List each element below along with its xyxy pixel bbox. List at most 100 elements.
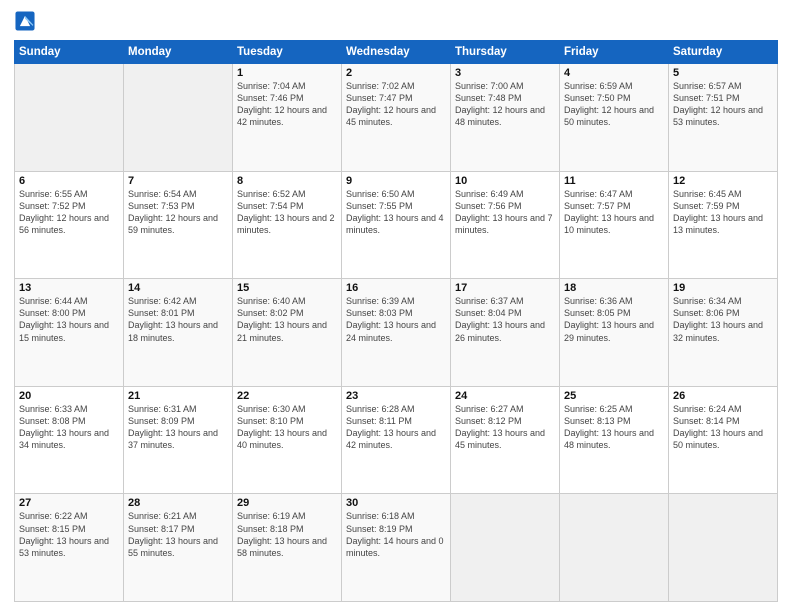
- day-number: 25: [564, 390, 664, 402]
- calendar-day-cell: 23 Sunrise: 6:28 AMSunset: 8:11 PMDaylig…: [342, 386, 451, 494]
- day-number: 29: [237, 497, 337, 509]
- calendar-day-cell: [15, 64, 124, 172]
- calendar-day-cell: [560, 494, 669, 602]
- day-info: Sunrise: 6:44 AMSunset: 8:00 PMDaylight:…: [19, 295, 119, 344]
- day-number: 5: [673, 67, 773, 79]
- calendar-day-cell: 5 Sunrise: 6:57 AMSunset: 7:51 PMDayligh…: [669, 64, 778, 172]
- day-info: Sunrise: 6:45 AMSunset: 7:59 PMDaylight:…: [673, 188, 773, 237]
- day-number: 21: [128, 390, 228, 402]
- day-info: Sunrise: 6:31 AMSunset: 8:09 PMDaylight:…: [128, 403, 228, 452]
- day-info: Sunrise: 6:50 AMSunset: 7:55 PMDaylight:…: [346, 188, 446, 237]
- weekday-header: Monday: [124, 41, 233, 64]
- day-number: 16: [346, 282, 446, 294]
- day-info: Sunrise: 6:27 AMSunset: 8:12 PMDaylight:…: [455, 403, 555, 452]
- day-info: Sunrise: 6:47 AMSunset: 7:57 PMDaylight:…: [564, 188, 664, 237]
- day-number: 20: [19, 390, 119, 402]
- calendar-day-cell: [451, 494, 560, 602]
- day-info: Sunrise: 6:49 AMSunset: 7:56 PMDaylight:…: [455, 188, 555, 237]
- calendar-day-cell: 10 Sunrise: 6:49 AMSunset: 7:56 PMDaylig…: [451, 171, 560, 279]
- calendar-day-cell: [669, 494, 778, 602]
- calendar-header-row: SundayMondayTuesdayWednesdayThursdayFrid…: [15, 41, 778, 64]
- day-number: 14: [128, 282, 228, 294]
- day-number: 1: [237, 67, 337, 79]
- day-info: Sunrise: 6:30 AMSunset: 8:10 PMDaylight:…: [237, 403, 337, 452]
- day-info: Sunrise: 6:37 AMSunset: 8:04 PMDaylight:…: [455, 295, 555, 344]
- calendar-day-cell: 29 Sunrise: 6:19 AMSunset: 8:18 PMDaylig…: [233, 494, 342, 602]
- calendar-day-cell: 9 Sunrise: 6:50 AMSunset: 7:55 PMDayligh…: [342, 171, 451, 279]
- calendar-day-cell: 30 Sunrise: 6:18 AMSunset: 8:19 PMDaylig…: [342, 494, 451, 602]
- calendar-day-cell: 19 Sunrise: 6:34 AMSunset: 8:06 PMDaylig…: [669, 279, 778, 387]
- calendar-week-row: 27 Sunrise: 6:22 AMSunset: 8:15 PMDaylig…: [15, 494, 778, 602]
- calendar-day-cell: 13 Sunrise: 6:44 AMSunset: 8:00 PMDaylig…: [15, 279, 124, 387]
- calendar-day-cell: 14 Sunrise: 6:42 AMSunset: 8:01 PMDaylig…: [124, 279, 233, 387]
- calendar-day-cell: 15 Sunrise: 6:40 AMSunset: 8:02 PMDaylig…: [233, 279, 342, 387]
- day-info: Sunrise: 6:19 AMSunset: 8:18 PMDaylight:…: [237, 510, 337, 559]
- calendar-day-cell: [124, 64, 233, 172]
- calendar-day-cell: 25 Sunrise: 6:25 AMSunset: 8:13 PMDaylig…: [560, 386, 669, 494]
- calendar-week-row: 1 Sunrise: 7:04 AMSunset: 7:46 PMDayligh…: [15, 64, 778, 172]
- weekday-header: Sunday: [15, 41, 124, 64]
- weekday-header: Wednesday: [342, 41, 451, 64]
- calendar-day-cell: 18 Sunrise: 6:36 AMSunset: 8:05 PMDaylig…: [560, 279, 669, 387]
- day-number: 9: [346, 175, 446, 187]
- calendar-day-cell: 3 Sunrise: 7:00 AMSunset: 7:48 PMDayligh…: [451, 64, 560, 172]
- calendar-day-cell: 6 Sunrise: 6:55 AMSunset: 7:52 PMDayligh…: [15, 171, 124, 279]
- day-info: Sunrise: 6:25 AMSunset: 8:13 PMDaylight:…: [564, 403, 664, 452]
- day-number: 26: [673, 390, 773, 402]
- calendar-week-row: 6 Sunrise: 6:55 AMSunset: 7:52 PMDayligh…: [15, 171, 778, 279]
- weekday-header: Thursday: [451, 41, 560, 64]
- day-number: 18: [564, 282, 664, 294]
- calendar-day-cell: 27 Sunrise: 6:22 AMSunset: 8:15 PMDaylig…: [15, 494, 124, 602]
- day-info: Sunrise: 6:18 AMSunset: 8:19 PMDaylight:…: [346, 510, 446, 559]
- weekday-header: Friday: [560, 41, 669, 64]
- calendar-day-cell: 21 Sunrise: 6:31 AMSunset: 8:09 PMDaylig…: [124, 386, 233, 494]
- day-info: Sunrise: 6:33 AMSunset: 8:08 PMDaylight:…: [19, 403, 119, 452]
- day-number: 24: [455, 390, 555, 402]
- day-number: 8: [237, 175, 337, 187]
- day-info: Sunrise: 6:39 AMSunset: 8:03 PMDaylight:…: [346, 295, 446, 344]
- day-info: Sunrise: 6:24 AMSunset: 8:14 PMDaylight:…: [673, 403, 773, 452]
- calendar-day-cell: 12 Sunrise: 6:45 AMSunset: 7:59 PMDaylig…: [669, 171, 778, 279]
- day-number: 17: [455, 282, 555, 294]
- day-info: Sunrise: 6:52 AMSunset: 7:54 PMDaylight:…: [237, 188, 337, 237]
- calendar-day-cell: 4 Sunrise: 6:59 AMSunset: 7:50 PMDayligh…: [560, 64, 669, 172]
- calendar-day-cell: 2 Sunrise: 7:02 AMSunset: 7:47 PMDayligh…: [342, 64, 451, 172]
- day-info: Sunrise: 7:00 AMSunset: 7:48 PMDaylight:…: [455, 80, 555, 129]
- day-number: 28: [128, 497, 228, 509]
- day-info: Sunrise: 6:54 AMSunset: 7:53 PMDaylight:…: [128, 188, 228, 237]
- day-number: 15: [237, 282, 337, 294]
- calendar-day-cell: 17 Sunrise: 6:37 AMSunset: 8:04 PMDaylig…: [451, 279, 560, 387]
- weekday-header: Saturday: [669, 41, 778, 64]
- calendar-day-cell: 11 Sunrise: 6:47 AMSunset: 7:57 PMDaylig…: [560, 171, 669, 279]
- day-info: Sunrise: 7:04 AMSunset: 7:46 PMDaylight:…: [237, 80, 337, 129]
- calendar-week-row: 20 Sunrise: 6:33 AMSunset: 8:08 PMDaylig…: [15, 386, 778, 494]
- day-number: 19: [673, 282, 773, 294]
- logo: [14, 10, 38, 32]
- calendar-day-cell: 28 Sunrise: 6:21 AMSunset: 8:17 PMDaylig…: [124, 494, 233, 602]
- day-info: Sunrise: 6:55 AMSunset: 7:52 PMDaylight:…: [19, 188, 119, 237]
- day-number: 6: [19, 175, 119, 187]
- day-number: 7: [128, 175, 228, 187]
- day-info: Sunrise: 6:22 AMSunset: 8:15 PMDaylight:…: [19, 510, 119, 559]
- day-number: 13: [19, 282, 119, 294]
- logo-icon: [14, 10, 36, 32]
- day-number: 23: [346, 390, 446, 402]
- day-info: Sunrise: 6:36 AMSunset: 8:05 PMDaylight:…: [564, 295, 664, 344]
- day-info: Sunrise: 6:28 AMSunset: 8:11 PMDaylight:…: [346, 403, 446, 452]
- calendar-day-cell: 22 Sunrise: 6:30 AMSunset: 8:10 PMDaylig…: [233, 386, 342, 494]
- page: SundayMondayTuesdayWednesdayThursdayFrid…: [0, 0, 792, 612]
- calendar-day-cell: 20 Sunrise: 6:33 AMSunset: 8:08 PMDaylig…: [15, 386, 124, 494]
- day-number: 11: [564, 175, 664, 187]
- day-info: Sunrise: 7:02 AMSunset: 7:47 PMDaylight:…: [346, 80, 446, 129]
- day-info: Sunrise: 6:59 AMSunset: 7:50 PMDaylight:…: [564, 80, 664, 129]
- calendar-week-row: 13 Sunrise: 6:44 AMSunset: 8:00 PMDaylig…: [15, 279, 778, 387]
- day-number: 10: [455, 175, 555, 187]
- day-number: 30: [346, 497, 446, 509]
- day-info: Sunrise: 6:40 AMSunset: 8:02 PMDaylight:…: [237, 295, 337, 344]
- calendar-day-cell: 7 Sunrise: 6:54 AMSunset: 7:53 PMDayligh…: [124, 171, 233, 279]
- calendar-day-cell: 16 Sunrise: 6:39 AMSunset: 8:03 PMDaylig…: [342, 279, 451, 387]
- weekday-header: Tuesday: [233, 41, 342, 64]
- calendar-day-cell: 26 Sunrise: 6:24 AMSunset: 8:14 PMDaylig…: [669, 386, 778, 494]
- header: [14, 10, 778, 32]
- day-number: 12: [673, 175, 773, 187]
